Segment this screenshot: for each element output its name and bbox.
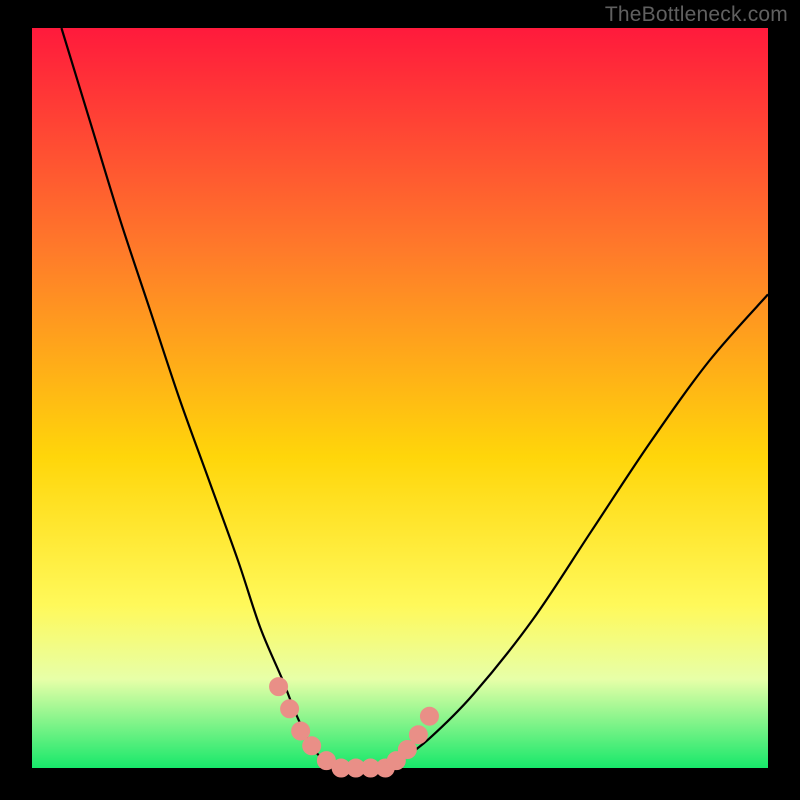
marker-dot bbox=[420, 707, 438, 725]
marker-dot bbox=[409, 726, 427, 744]
marker-dot bbox=[270, 678, 288, 696]
gradient-background bbox=[32, 28, 768, 768]
marker-dot bbox=[303, 737, 321, 755]
bottleneck-chart bbox=[0, 0, 800, 800]
chart-frame: { "watermark": "TheBottleneck.com", "col… bbox=[0, 0, 800, 800]
marker-dot bbox=[292, 722, 310, 740]
marker-dot bbox=[398, 741, 416, 759]
marker-dot bbox=[281, 700, 299, 718]
watermark-text: TheBottleneck.com bbox=[605, 3, 788, 27]
